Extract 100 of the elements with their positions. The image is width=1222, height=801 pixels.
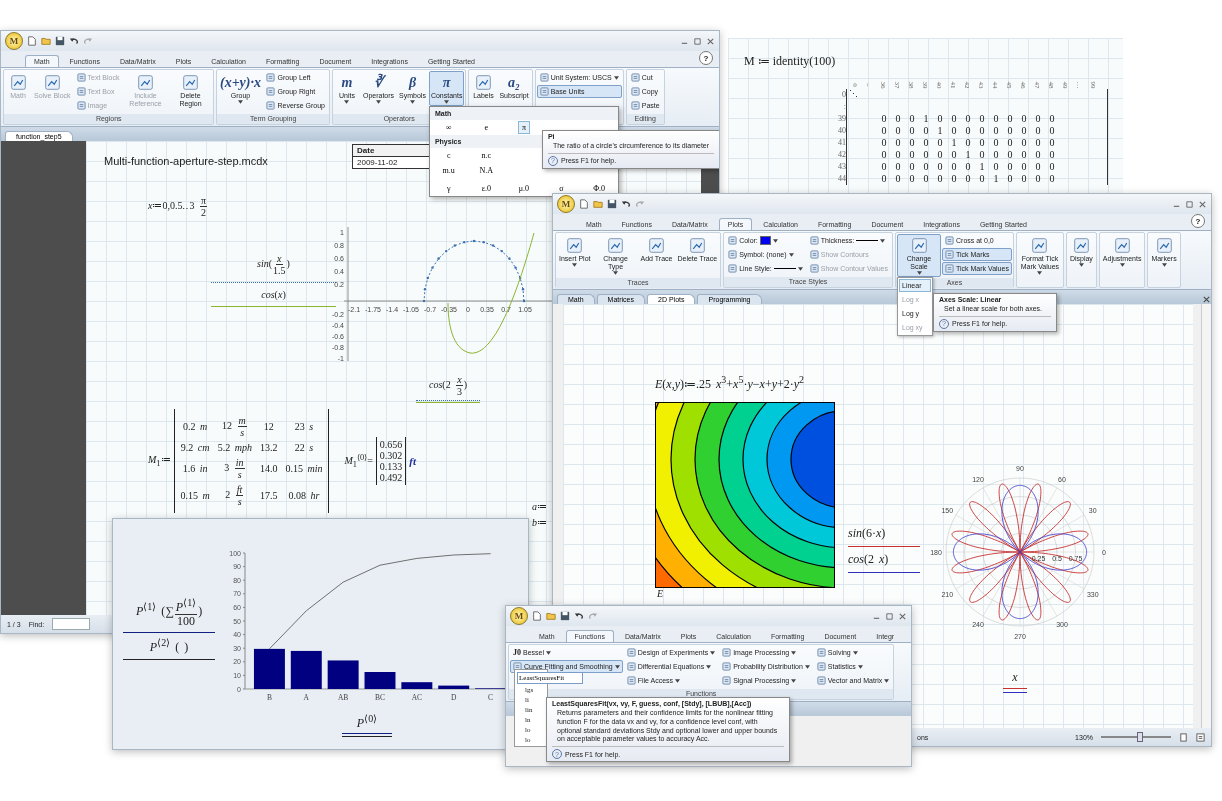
- matrix-value: 0: [992, 161, 1000, 173]
- matrix-value: 0: [922, 161, 930, 173]
- matrix-value: 0: [1048, 161, 1056, 173]
- matrix-value: 0: [1034, 173, 1042, 185]
- matrix-value: 9.2 cm: [180, 442, 210, 453]
- constant-item[interactable]: c: [442, 149, 455, 162]
- slider-thumb[interactable]: [1137, 732, 1144, 742]
- axis-label: E: [657, 588, 664, 599]
- bar: [364, 672, 396, 689]
- scrollbar[interactable]: [1201, 304, 1211, 728]
- redo-icon[interactable]: [588, 611, 598, 621]
- app-logo[interactable]: M: [557, 195, 575, 213]
- tool-icon: [630, 101, 640, 110]
- constant-item[interactable]: μ.0: [514, 182, 534, 195]
- close-icon[interactable]: [898, 611, 907, 621]
- save-icon[interactable]: [607, 199, 617, 209]
- matrix-value: 0: [1048, 173, 1056, 185]
- matrix-value: 1: [936, 125, 944, 137]
- tool-icon: [630, 73, 640, 82]
- ellipsis-mark: ⋱: [849, 89, 858, 101]
- maximize-icon[interactable]: [693, 36, 702, 46]
- matrix-value: 0: [964, 173, 972, 185]
- matrix-value: 0: [908, 137, 916, 149]
- matrix-value: 0: [950, 113, 958, 125]
- matrix-value: 0: [936, 161, 944, 173]
- undo-icon[interactable]: [621, 199, 631, 209]
- tool-icon: [474, 74, 492, 91]
- matrix-value: 0: [1048, 149, 1056, 161]
- app-logo[interactable]: M: [510, 607, 528, 625]
- tool-icon: [607, 237, 624, 254]
- help-button[interactable]: ?: [699, 51, 713, 65]
- matrix-value: 0.2 m: [183, 421, 208, 432]
- trace-line: [848, 546, 920, 547]
- new-document-icon[interactable]: [532, 611, 542, 621]
- save-icon[interactable]: [560, 611, 570, 621]
- matrix-value: 0: [1020, 137, 1028, 149]
- matrix-value: 0: [922, 125, 930, 137]
- matrix-value: 0: [908, 113, 916, 125]
- tool-icon: [945, 250, 954, 259]
- matrix-value: 23 s: [294, 421, 314, 432]
- app-logo[interactable]: M: [5, 32, 23, 50]
- constant-item[interactable]: ∞: [441, 121, 456, 134]
- matrix-value: 0: [1020, 125, 1028, 137]
- page-view-icon[interactable]: [1179, 732, 1188, 742]
- close-icon[interactable]: [706, 36, 715, 46]
- matrix-value: 0: [964, 113, 972, 125]
- matrix-value: 0: [1034, 113, 1042, 125]
- new-document-icon[interactable]: [27, 36, 37, 46]
- folder-icon[interactable]: [41, 36, 51, 46]
- tool-icon: [722, 662, 732, 671]
- constant-item[interactable]: N.A: [475, 164, 498, 177]
- constant-item[interactable]: m.u: [438, 164, 459, 177]
- find-field[interactable]: [52, 618, 91, 630]
- folder-icon[interactable]: [593, 199, 603, 209]
- help-button[interactable]: ?: [1191, 214, 1205, 228]
- save-icon[interactable]: [55, 36, 65, 46]
- new-document-icon[interactable]: [579, 199, 589, 209]
- matrix-value: 0: [1006, 137, 1014, 149]
- matrix-value: 0: [1020, 173, 1028, 185]
- matrix-value: 0.656: [379, 439, 403, 450]
- tool-icon: [809, 264, 819, 273]
- math-expression: a≔: [532, 501, 547, 512]
- matrix-value: 0: [950, 149, 958, 161]
- tool-icon: [566, 237, 584, 254]
- tool-icon: [1031, 237, 1049, 254]
- constant-item[interactable]: Φ.0: [589, 182, 610, 195]
- maximize-icon[interactable]: [885, 611, 894, 621]
- matrix-value: 0: [922, 173, 930, 185]
- constant-item[interactable]: n.c: [477, 149, 496, 162]
- constant-item[interactable]: π: [517, 121, 530, 134]
- constant-item[interactable]: γ: [442, 182, 455, 195]
- maximize-icon[interactable]: [1185, 199, 1194, 209]
- matrix-value: 0: [978, 137, 986, 149]
- draft-view-icon[interactable]: [1196, 732, 1205, 742]
- matrix-value: 13.2: [260, 442, 278, 453]
- matrix-value: 0: [880, 161, 888, 173]
- matrix-value: 1: [950, 137, 958, 149]
- matrix-value: 0: [964, 161, 972, 173]
- math-expression: M$_{1}$≔: [148, 454, 171, 468]
- tool-icon: [1072, 237, 1090, 254]
- matrix-value: 0: [950, 161, 958, 173]
- matrix-value: 0: [880, 137, 888, 149]
- folder-icon[interactable]: [546, 611, 556, 621]
- tool-icon: [76, 87, 86, 96]
- matrix-value: 5.2 mph: [217, 442, 252, 453]
- matrix-value: 0: [1020, 113, 1028, 125]
- matrix-value: 0: [1006, 173, 1014, 185]
- redo-icon[interactable]: [83, 36, 93, 46]
- redo-icon[interactable]: [635, 199, 645, 209]
- constant-item[interactable]: e: [480, 121, 493, 134]
- matrix-value: 0.133: [379, 461, 403, 472]
- tool-icon: [816, 676, 826, 685]
- close-icon[interactable]: [1202, 295, 1211, 304]
- undo-icon[interactable]: [574, 611, 584, 621]
- close-icon[interactable]: [1198, 199, 1207, 209]
- constant-item[interactable]: ε.0: [477, 182, 495, 195]
- constant-item[interactable]: σ: [555, 182, 568, 195]
- unit-label: ft: [409, 455, 417, 467]
- undo-icon[interactable]: [69, 36, 79, 46]
- matrix-value: 1: [922, 113, 930, 125]
